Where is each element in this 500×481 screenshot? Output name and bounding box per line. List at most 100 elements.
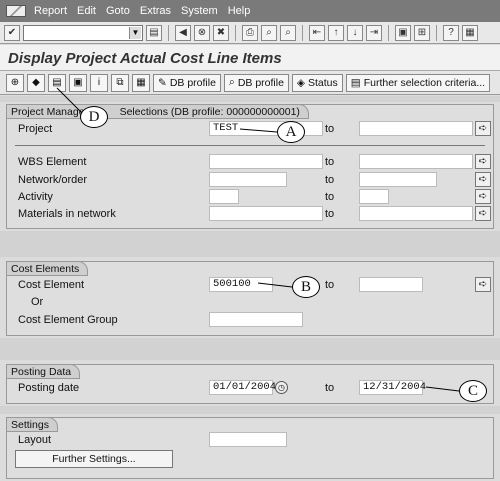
standard-toolbar: ✔ ▼ ▤ ◀ ⊗ ✖ ⎙ ⌕ ⌕ ⇤ ↑ ↓ ⇥ ▣ ⊞ ? ▦	[0, 22, 500, 44]
toolbar-separator	[436, 24, 437, 41]
or-label: Or	[31, 296, 44, 308]
layout-icon[interactable]: ▦	[462, 24, 478, 41]
glasses-icon: ⌕	[228, 76, 235, 88]
activity-multiple-selection-icon[interactable]: ➪	[475, 189, 491, 204]
wbs-multiple-selection-icon[interactable]: ➪	[475, 154, 491, 169]
network-to-label: to	[325, 174, 335, 186]
project-from-input[interactable]: TEST	[209, 121, 323, 136]
copy-icon[interactable]: ⧉	[111, 73, 129, 92]
wbs-from-input[interactable]	[209, 154, 323, 169]
help-icon[interactable]: ?	[443, 24, 459, 41]
layout-label: Layout	[18, 434, 52, 446]
back-icon[interactable]: ◀	[175, 24, 191, 41]
materials-to-input[interactable]	[359, 206, 473, 221]
project-to-label: to	[325, 123, 335, 135]
menu-system[interactable]: System	[181, 5, 218, 17]
wbs-to-label: to	[325, 156, 335, 168]
further-settings-button[interactable]: Further Settings...	[15, 450, 173, 468]
activity-from-input[interactable]	[209, 189, 239, 204]
find-next-icon[interactable]: ⌕	[280, 24, 296, 41]
last-page-icon[interactable]: ⇥	[366, 24, 382, 41]
db-profile-display-button[interactable]: ⌕ DB profile	[223, 73, 289, 92]
activity-label: Activity	[18, 191, 53, 203]
cost-element-label: Cost Element	[18, 279, 85, 291]
cost-element-to-label: to	[325, 279, 335, 291]
prev-page-icon[interactable]: ↑	[328, 24, 344, 41]
pencil-icon: ✎	[158, 76, 167, 89]
menu-bar: Report Edit Goto Extras System Help	[0, 0, 500, 22]
command-field[interactable]: ▼	[23, 24, 143, 41]
settings-group-title: Settings	[6, 417, 58, 432]
cost-element-from-input[interactable]: 500100	[209, 277, 273, 292]
print-icon[interactable]: ⎙	[242, 24, 258, 41]
new-session-icon[interactable]: ▣	[395, 24, 411, 41]
db-profile-display-label: DB profile	[237, 76, 284, 89]
save-variant-icon[interactable]: ▣	[69, 73, 87, 92]
menu-extras[interactable]: Extras	[140, 5, 171, 17]
activity-to-input[interactable]	[359, 189, 389, 204]
project-label: Project	[18, 123, 53, 135]
exit-icon[interactable]: ⊗	[194, 24, 210, 41]
info-icon[interactable]: i	[90, 73, 108, 92]
network-multiple-selection-icon[interactable]: ➪	[475, 172, 491, 187]
table-icon[interactable]: ▦	[132, 73, 150, 92]
project-management-group: Project Managem Selections (DB profile: …	[6, 104, 494, 229]
cost-elements-group: Cost Elements Cost Element 500100 to ➪ O…	[6, 261, 494, 336]
materials-in-network-label: Materials in network	[18, 208, 116, 220]
spacer-band	[0, 231, 500, 257]
menu-help[interactable]: Help	[228, 5, 251, 17]
posting-data-group: Posting Data Posting date 01/01/2004 ◷ t…	[6, 364, 494, 404]
network-from-input[interactable]	[209, 172, 287, 187]
cost-element-group-input[interactable]	[209, 312, 303, 327]
save-icon[interactable]: ▤	[146, 24, 162, 41]
cost-element-to-input[interactable]	[359, 277, 423, 292]
posting-date-to-input[interactable]: 12/31/2004	[359, 380, 426, 395]
menu-edit[interactable]: Edit	[77, 5, 96, 17]
callout-c: C	[459, 380, 487, 402]
further-selection-label: Further selection criteria...	[363, 76, 486, 89]
cost-element-group-label: Cost Element Group	[18, 314, 118, 326]
menu-report[interactable]: Report	[34, 5, 67, 17]
calendar-icon[interactable]: ◷	[275, 381, 288, 394]
materials-multiple-selection-icon[interactable]: ➪	[475, 206, 491, 221]
variant-icon[interactable]: ◆	[27, 73, 45, 92]
first-page-icon[interactable]: ⇤	[309, 24, 325, 41]
materials-to-label: to	[325, 208, 335, 220]
divider	[15, 145, 485, 146]
settings-group: Settings Layout Further Settings...	[6, 417, 494, 479]
wbs-to-input[interactable]	[359, 154, 473, 169]
project-multiple-selection-icon[interactable]: ➪	[475, 121, 491, 136]
materials-from-input[interactable]	[209, 206, 323, 221]
posting-date-to-label: to	[325, 382, 335, 394]
further-selection-button[interactable]: ▤ Further selection criteria...	[345, 73, 491, 92]
check-icon[interactable]: ✔	[4, 24, 20, 41]
project-to-input[interactable]	[359, 121, 473, 136]
callout-b: B	[292, 276, 320, 298]
cancel-icon[interactable]: ✖	[213, 24, 229, 41]
toolbar-separator	[168, 24, 169, 41]
posting-data-group-title: Posting Data	[6, 364, 81, 379]
application-toolbar: ⊕ ◆ ▤ ▣ i ⧉ ▦ ✎ DB profile ⌕ DB profile ◈ S…	[0, 71, 500, 95]
spacer-band	[0, 96, 500, 102]
spacer-band	[0, 406, 500, 414]
wbs-element-label: WBS Element	[18, 156, 87, 168]
page-title: Display Project Actual Cost Line Items	[8, 50, 282, 67]
cost-element-multiple-selection-icon[interactable]: ➪	[475, 277, 491, 292]
selection-icon: ▤	[350, 76, 361, 89]
db-profile-edit-button[interactable]: ✎ DB profile	[153, 73, 221, 92]
sap-window-icon[interactable]	[6, 5, 26, 17]
status-icon: ◈	[296, 76, 305, 89]
posting-date-label: Posting date	[18, 382, 80, 394]
execute-icon[interactable]: ⊕	[6, 73, 24, 92]
posting-date-from-input[interactable]: 01/01/2004	[209, 380, 276, 395]
toolbar-separator	[388, 24, 389, 41]
status-button[interactable]: ◈ Status	[291, 73, 343, 92]
shortcut-icon[interactable]: ⊞	[414, 24, 430, 41]
next-page-icon[interactable]: ↓	[347, 24, 363, 41]
command-dropdown-icon[interactable]: ▼	[129, 26, 141, 39]
menu-goto[interactable]: Goto	[106, 5, 130, 17]
layout-input[interactable]	[209, 432, 287, 447]
find-icon[interactable]: ⌕	[261, 24, 277, 41]
network-to-input[interactable]	[359, 172, 437, 187]
get-variant-icon[interactable]: ▤	[48, 73, 66, 92]
